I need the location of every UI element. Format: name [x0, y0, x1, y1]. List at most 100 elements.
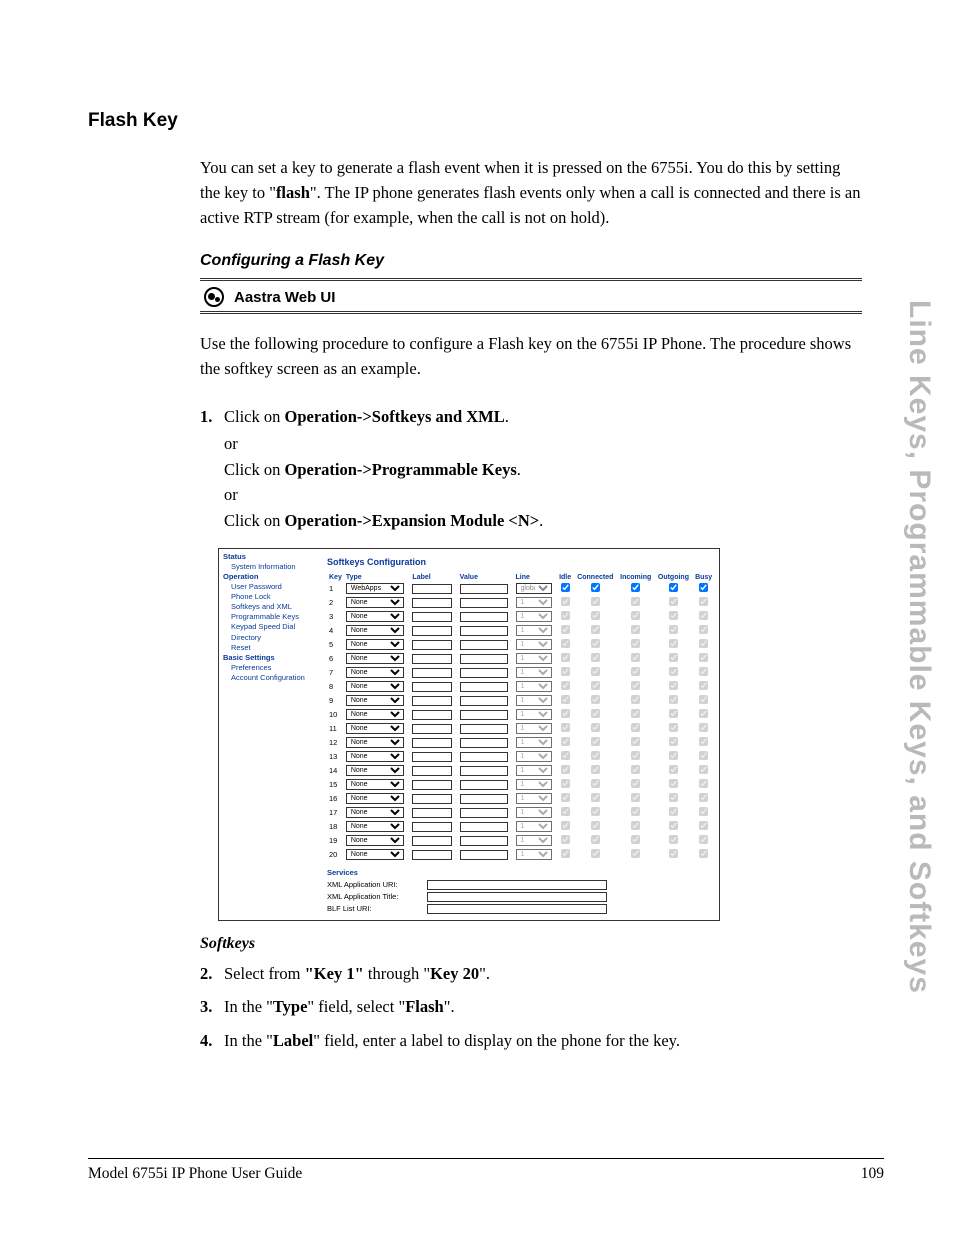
state-checkbox[interactable]: [631, 583, 640, 592]
line-select[interactable]: 1: [516, 835, 552, 846]
state-checkbox[interactable]: [669, 583, 678, 592]
line-select[interactable]: 1: [516, 681, 552, 692]
label-input[interactable]: [412, 598, 452, 608]
type-select[interactable]: None: [346, 709, 404, 720]
line-select[interactable]: 1: [516, 821, 552, 832]
type-select[interactable]: None: [346, 835, 404, 846]
state-checkbox[interactable]: [561, 583, 570, 592]
type-select[interactable]: None: [346, 653, 404, 664]
value-input[interactable]: [460, 766, 508, 776]
line-select[interactable]: 1: [516, 625, 552, 636]
type-select[interactable]: None: [346, 821, 404, 832]
value-input[interactable]: [460, 598, 508, 608]
line-select[interactable]: 1: [516, 639, 552, 650]
nav-item[interactable]: Directory: [223, 633, 323, 643]
line-select[interactable]: 1: [516, 723, 552, 734]
type-select[interactable]: None: [346, 639, 404, 650]
line-select[interactable]: 1: [516, 709, 552, 720]
label-input[interactable]: [412, 640, 452, 650]
type-select[interactable]: None: [346, 779, 404, 790]
line-select[interactable]: 1: [516, 611, 552, 622]
value-input[interactable]: [460, 668, 508, 678]
type-select[interactable]: None: [346, 751, 404, 762]
type-select[interactable]: None: [346, 625, 404, 636]
nav-item[interactable]: Reset: [223, 643, 323, 653]
label-input[interactable]: [412, 780, 452, 790]
table-row: 15None1: [327, 778, 715, 792]
nav-item[interactable]: Preferences: [223, 663, 323, 673]
line-select[interactable]: 1: [516, 653, 552, 664]
value-input[interactable]: [460, 654, 508, 664]
type-select[interactable]: None: [346, 723, 404, 734]
value-input[interactable]: [460, 724, 508, 734]
type-select[interactable]: None: [346, 667, 404, 678]
value-input[interactable]: [460, 836, 508, 846]
nav-item[interactable]: System Information: [223, 562, 323, 572]
line-select[interactable]: 1: [516, 807, 552, 818]
line-select[interactable]: 1: [516, 793, 552, 804]
label-input[interactable]: [412, 794, 452, 804]
value-input[interactable]: [460, 584, 508, 594]
label-input[interactable]: [412, 710, 452, 720]
label-input[interactable]: [412, 724, 452, 734]
blf-uri-input[interactable]: [427, 904, 607, 914]
value-input[interactable]: [460, 612, 508, 622]
value-input[interactable]: [460, 710, 508, 720]
value-input[interactable]: [460, 752, 508, 762]
value-input[interactable]: [460, 794, 508, 804]
label-input[interactable]: [412, 696, 452, 706]
type-select[interactable]: None: [346, 793, 404, 804]
value-input[interactable]: [460, 640, 508, 650]
value-input[interactable]: [460, 822, 508, 832]
type-select[interactable]: None: [346, 611, 404, 622]
line-select[interactable]: 1: [516, 779, 552, 790]
xml-title-input[interactable]: [427, 892, 607, 902]
nav-item[interactable]: Phone Lock: [223, 592, 323, 602]
state-checkbox[interactable]: [699, 583, 708, 592]
line-select[interactable]: 1: [516, 849, 552, 860]
label-input[interactable]: [412, 766, 452, 776]
nav-item[interactable]: User Password: [223, 582, 323, 592]
label-input[interactable]: [412, 626, 452, 636]
type-select[interactable]: WebApps: [346, 583, 404, 594]
state-checkbox: [699, 639, 708, 648]
label-input[interactable]: [412, 584, 452, 594]
line-select[interactable]: 1: [516, 667, 552, 678]
type-select[interactable]: None: [346, 695, 404, 706]
label-input[interactable]: [412, 668, 452, 678]
value-input[interactable]: [460, 682, 508, 692]
label-input[interactable]: [412, 808, 452, 818]
type-select[interactable]: None: [346, 765, 404, 776]
state-checkbox[interactable]: [591, 583, 600, 592]
line-select[interactable]: 1: [516, 737, 552, 748]
value-input[interactable]: [460, 626, 508, 636]
nav-item[interactable]: Keypad Speed Dial: [223, 622, 323, 632]
label-input[interactable]: [412, 752, 452, 762]
value-input[interactable]: [460, 696, 508, 706]
label-input[interactable]: [412, 682, 452, 692]
value-input[interactable]: [460, 780, 508, 790]
line-select[interactable]: global: [516, 583, 552, 594]
value-input[interactable]: [460, 850, 508, 860]
label-input[interactable]: [412, 738, 452, 748]
type-select[interactable]: None: [346, 681, 404, 692]
xml-uri-input[interactable]: [427, 880, 607, 890]
type-select[interactable]: None: [346, 737, 404, 748]
value-input[interactable]: [460, 808, 508, 818]
label-input[interactable]: [412, 612, 452, 622]
label-input[interactable]: [412, 850, 452, 860]
type-select[interactable]: None: [346, 807, 404, 818]
line-select[interactable]: 1: [516, 597, 552, 608]
value-input[interactable]: [460, 738, 508, 748]
line-select[interactable]: 1: [516, 751, 552, 762]
line-select[interactable]: 1: [516, 765, 552, 776]
nav-item[interactable]: Programmable Keys: [223, 612, 323, 622]
line-select[interactable]: 1: [516, 695, 552, 706]
nav-item[interactable]: Softkeys and XML: [223, 602, 323, 612]
nav-item[interactable]: Account Configuration: [223, 673, 323, 683]
label-input[interactable]: [412, 822, 452, 832]
label-input[interactable]: [412, 654, 452, 664]
type-select[interactable]: None: [346, 849, 404, 860]
type-select[interactable]: None: [346, 597, 404, 608]
label-input[interactable]: [412, 836, 452, 846]
